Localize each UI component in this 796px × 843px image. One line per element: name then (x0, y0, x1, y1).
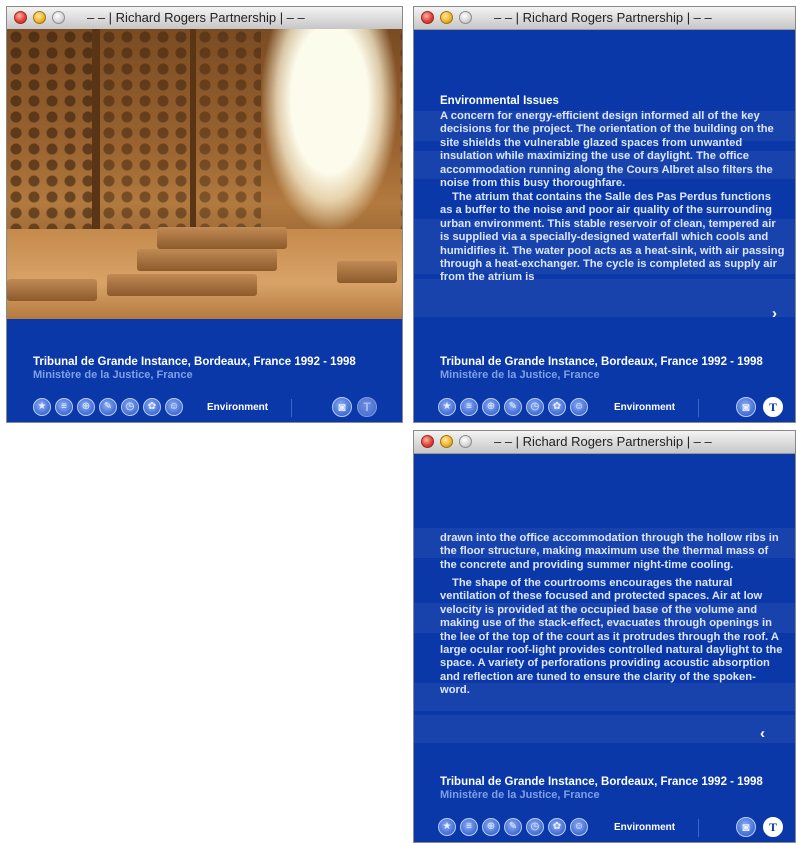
bottom-toolbar: ★ ≡ ⊕ ✎ ◷ ✿ ☺ Environment ◙ T (414, 393, 795, 422)
person-icon[interactable]: ☺ (570, 398, 588, 416)
window-title: – – | Richard Rogers Partnership | – – (494, 434, 712, 449)
project-title: Tribunal de Grande Instance, Bordeaux, F… (440, 776, 763, 788)
crosshair-icon[interactable]: ⊕ (77, 398, 95, 416)
list-icon[interactable]: ≡ (55, 398, 73, 416)
star-icon[interactable]: ★ (438, 818, 456, 836)
list-icon[interactable]: ≡ (460, 818, 478, 836)
person-icon[interactable]: ☺ (165, 398, 183, 416)
text-T-icon[interactable]: T (763, 817, 783, 837)
project-client: Ministère de la Justice, France (440, 789, 600, 801)
window-title: – – | Richard Rogers Partnership | – – (494, 10, 712, 25)
flower-icon[interactable]: ✿ (548, 818, 566, 836)
window-text-page-1: – – | Richard Rogers Partnership | – – E… (413, 6, 796, 423)
zoom-button[interactable] (52, 11, 65, 24)
close-button[interactable] (421, 11, 434, 24)
window-text-page-2: – – | Richard Rogers Partnership | – – d… (413, 430, 796, 843)
courtroom-photo (7, 29, 402, 319)
title-bar[interactable]: – – | Richard Rogers Partnership | – – (7, 7, 402, 30)
project-title: Tribunal de Grande Instance, Bordeaux, F… (33, 356, 356, 368)
section-label[interactable]: Environment (614, 822, 675, 833)
minimize-button[interactable] (440, 11, 453, 24)
title-bar[interactable]: – – | Richard Rogers Partnership | – – (414, 431, 795, 454)
bottom-toolbar: ★ ≡ ⊕ ✎ ◷ ✿ ☺ Environment ◙ T (7, 393, 402, 422)
zoom-button[interactable] (459, 11, 472, 24)
close-button[interactable] (421, 435, 434, 448)
window-photo: – – | Richard Rogers Partnership | – – T… (6, 6, 403, 423)
star-icon[interactable]: ★ (438, 398, 456, 416)
project-caption: Tribunal de Grande Instance, Bordeaux, F… (440, 776, 763, 801)
paragraph: drawn into the office accommodation thro… (440, 532, 779, 571)
camera-icon[interactable]: ◙ (736, 817, 756, 837)
window-title: – – | Richard Rogers Partnership | – – (87, 10, 305, 25)
toolbar-divider (698, 399, 699, 417)
flower-icon[interactable]: ✿ (548, 398, 566, 416)
wrench-icon[interactable]: ✎ (99, 398, 117, 416)
project-title: Tribunal de Grande Instance, Bordeaux, F… (440, 356, 763, 368)
next-page-arrow[interactable]: › (772, 305, 777, 322)
close-button[interactable] (14, 11, 27, 24)
crosshair-icon[interactable]: ⊕ (482, 818, 500, 836)
previous-page-arrow[interactable]: ‹ (760, 725, 765, 742)
section-label[interactable]: Environment (614, 402, 675, 413)
toolbar-divider (291, 399, 292, 417)
clock-icon[interactable]: ◷ (526, 398, 544, 416)
camera-icon[interactable]: ◙ (736, 397, 756, 417)
project-caption: Tribunal de Grande Instance, Bordeaux, F… (33, 356, 356, 381)
star-icon[interactable]: ★ (33, 398, 51, 416)
list-icon[interactable]: ≡ (460, 398, 478, 416)
clock-icon[interactable]: ◷ (121, 398, 139, 416)
camera-icon[interactable]: ◙ (332, 397, 352, 417)
wrench-icon[interactable]: ✎ (504, 398, 522, 416)
person-icon[interactable]: ☺ (570, 818, 588, 836)
project-client: Ministère de la Justice, France (440, 369, 600, 381)
text-T-icon[interactable]: T (763, 397, 783, 417)
paragraph: A concern for energy-efficient design in… (440, 110, 774, 190)
section-heading: Environmental Issues (440, 95, 559, 107)
section-label[interactable]: Environment (207, 402, 268, 413)
zoom-button[interactable] (459, 435, 472, 448)
text-T-icon[interactable]: T (357, 397, 377, 417)
flower-icon[interactable]: ✿ (143, 398, 161, 416)
crosshair-icon[interactable]: ⊕ (482, 398, 500, 416)
toolbar-divider (698, 819, 699, 837)
project-caption: Tribunal de Grande Instance, Bordeaux, F… (440, 356, 763, 381)
minimize-button[interactable] (440, 435, 453, 448)
minimize-button[interactable] (33, 11, 46, 24)
project-client: Ministère de la Justice, France (33, 369, 193, 381)
bottom-toolbar: ★ ≡ ⊕ ✎ ◷ ✿ ☺ Environment ◙ T (414, 813, 795, 842)
paragraph: The shape of the courtrooms encourages t… (440, 577, 783, 697)
clock-icon[interactable]: ◷ (526, 818, 544, 836)
title-bar[interactable]: – – | Richard Rogers Partnership | – – (414, 7, 795, 30)
paragraph: The atrium that contains the Salle des P… (440, 191, 785, 284)
wrench-icon[interactable]: ✎ (504, 818, 522, 836)
